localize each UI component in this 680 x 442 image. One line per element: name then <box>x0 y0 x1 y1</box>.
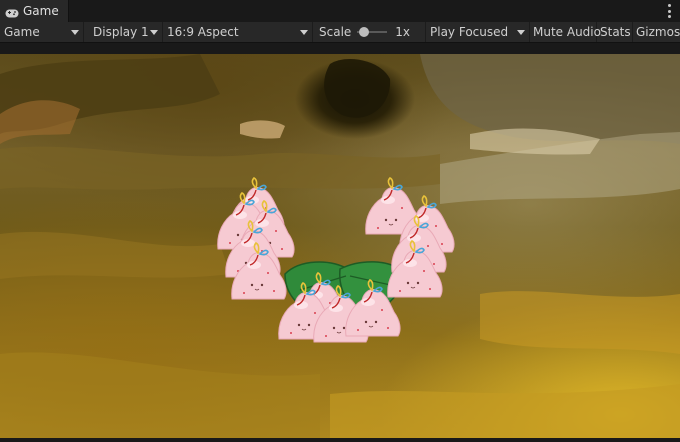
game-tab-label: Game <box>23 4 59 18</box>
kebab-menu-icon[interactable] <box>668 4 672 18</box>
dropdown-arrow-icon <box>300 30 308 35</box>
game-view-dropdown[interactable]: Game <box>0 22 84 42</box>
scale-slider[interactable] <box>357 27 388 37</box>
game-view-toolbar: Game Display 1 16:9 Aspect Scale 1x Play… <box>0 22 680 43</box>
gizmos-dropdown[interactable]: Gizmos <box>633 22 680 42</box>
game-scene <box>0 54 680 438</box>
aspect-dropdown-label: 16:9 Aspect <box>167 25 239 39</box>
game-view-dropdown-label: Game <box>4 25 40 39</box>
gizmos-label: Gizmos <box>636 25 680 39</box>
display-dropdown-label: Display 1 <box>93 25 149 39</box>
dropdown-arrow-icon <box>517 30 525 35</box>
play-mode-dropdown-label: Play Focused <box>430 25 509 39</box>
stats-toggle[interactable]: Stats <box>597 22 633 42</box>
display-dropdown[interactable]: Display 1 <box>84 22 163 42</box>
gamepad-icon <box>5 7 19 17</box>
stats-label: Stats <box>600 25 631 39</box>
play-mode-dropdown[interactable]: Play Focused <box>426 22 530 42</box>
mute-audio-toggle[interactable]: Mute Audio <box>530 22 601 42</box>
mute-audio-label: Mute Audio <box>533 25 601 39</box>
bottom-border <box>0 438 680 442</box>
scale-value: 1x <box>395 25 411 39</box>
editor-tab-bar: Game <box>0 0 680 23</box>
scale-label: Scale <box>319 25 352 39</box>
dropdown-arrow-icon <box>71 30 79 35</box>
scale-control: Scale 1x <box>313 22 426 42</box>
game-viewport[interactable] <box>0 54 680 438</box>
aspect-dropdown[interactable]: 16:9 Aspect <box>163 22 313 42</box>
game-tab[interactable]: Game <box>0 0 69 22</box>
dropdown-arrow-icon <box>150 30 158 35</box>
cave-background <box>0 54 680 438</box>
slime-group <box>216 177 455 343</box>
scale-slider-knob[interactable] <box>359 27 370 37</box>
